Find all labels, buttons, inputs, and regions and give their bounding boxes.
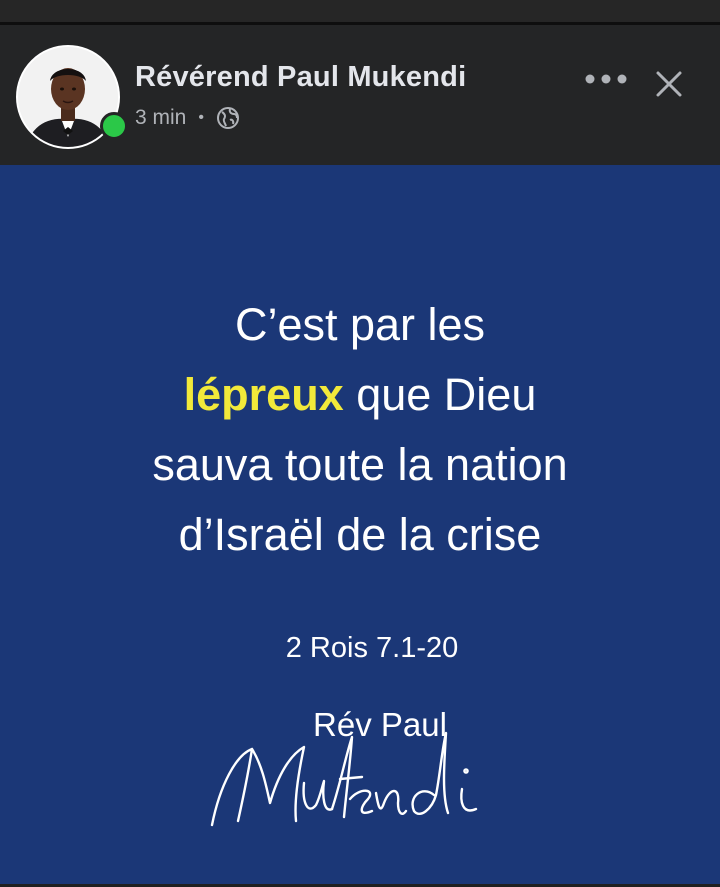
meta-separator: • [198, 109, 204, 126]
quote-line-2-rest: que Dieu [343, 369, 537, 420]
post-timestamp[interactable]: 3 min [135, 106, 186, 130]
post-meta: 3 min • [135, 105, 240, 131]
top-strip [0, 0, 720, 22]
quote-text: C’est par les lépreux que Dieu sauva tou… [0, 290, 720, 570]
quote-highlight: lépreux [183, 369, 344, 420]
quote-line-4: d’Israël de la crise [178, 509, 542, 560]
signature-script [200, 725, 540, 840]
close-icon [656, 71, 682, 97]
author-name[interactable]: Révérend Paul Mukendi [135, 61, 466, 94]
close-button[interactable] [648, 63, 690, 105]
ellipsis-icon [585, 74, 627, 84]
signature-drawing [210, 731, 478, 827]
globe-icon[interactable] [216, 106, 240, 130]
more-options-button[interactable] [580, 63, 632, 95]
quote-line-1: C’est par les [234, 299, 486, 350]
scripture-reference: 2 Rois 7.1-20 [285, 632, 459, 664]
online-status-indicator [100, 112, 128, 140]
quote-line-3: sauva toute la nation [152, 439, 568, 490]
post-image[interactable]: C’est par les lépreux que Dieu sauva tou… [0, 165, 720, 887]
quote-line-2: lépreux que Dieu [0, 360, 720, 430]
post-header: Révérend Paul Mukendi 3 min • [0, 25, 720, 165]
